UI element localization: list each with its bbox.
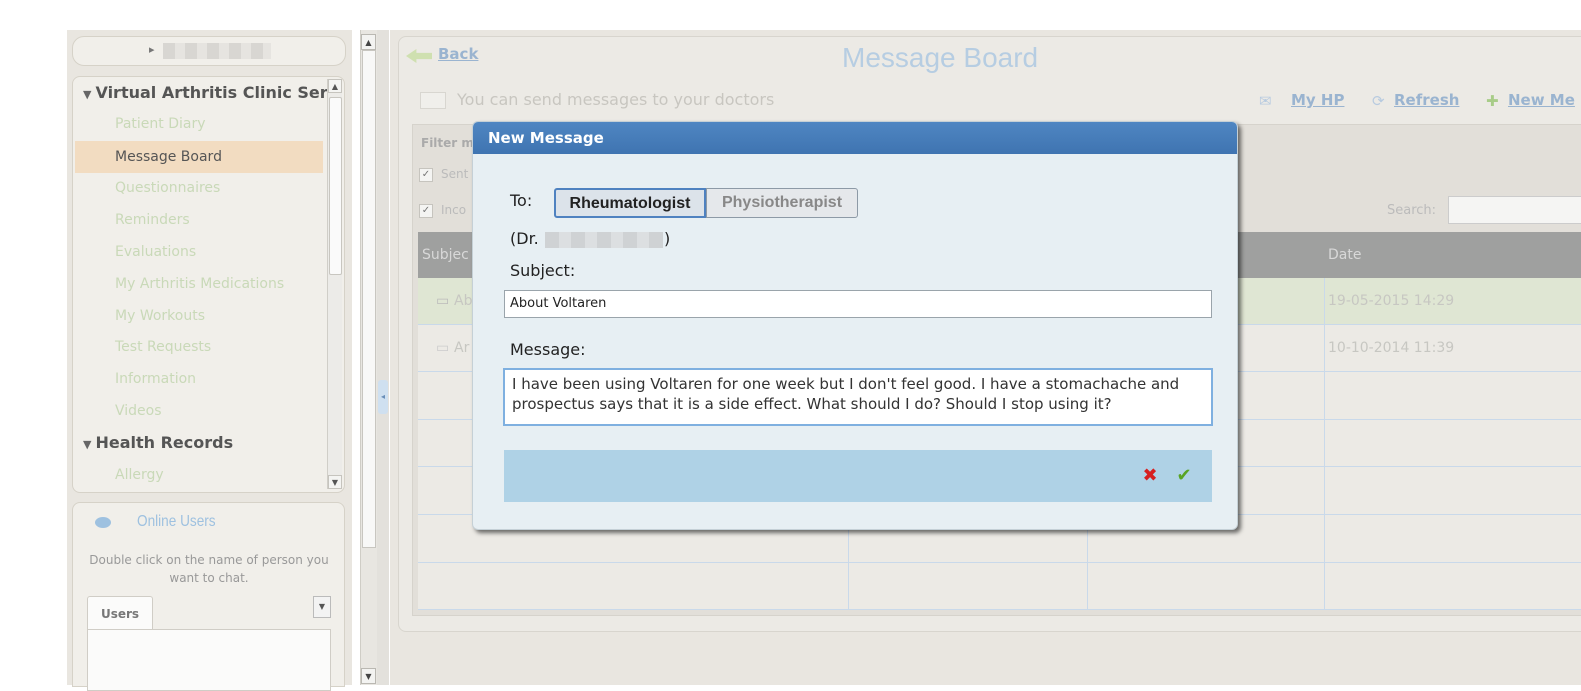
row-divider: [418, 562, 1581, 563]
redacted-doctor-name: [545, 232, 663, 248]
sidebar-outer-scrollbar[interactable]: ▲ ▼: [360, 30, 377, 685]
column-divider: [1087, 528, 1088, 610]
scroll-down-icon[interactable]: ▼: [328, 475, 342, 489]
column-header-date[interactable]: Date: [1324, 232, 1581, 278]
table-cell-subject: Ab: [454, 293, 473, 309]
sidebar-item-information[interactable]: Information: [115, 371, 196, 387]
message-textarea[interactable]: I have been using Voltaren for one week …: [503, 368, 1213, 426]
subject-field[interactable]: About Voltaren: [504, 290, 1212, 318]
new-message-dialog: New Message To: Rheumatologist Physiothe…: [472, 121, 1238, 530]
scroll-thumb[interactable]: [362, 50, 376, 548]
panel-splitter[interactable]: ◂: [377, 30, 389, 685]
page-subtitle: You can send messages to your doctors: [457, 90, 775, 109]
table-cell-date: 19-05-2015 14:29: [1328, 293, 1455, 309]
my-hp-link[interactable]: My HP: [1291, 91, 1344, 109]
online-users-panel: Online Users Double click on the name of…: [72, 502, 345, 691]
sidebar-item-allergy[interactable]: Allergy: [115, 467, 164, 483]
redacted-user-name: [163, 43, 271, 59]
column-divider: [1324, 278, 1325, 610]
sidebar-item-questionnaires[interactable]: Questionnaires: [115, 180, 220, 196]
confirm-check-icon[interactable]: ✔: [1173, 466, 1195, 486]
sidebar-scrollbar[interactable]: ▲ ▼: [327, 79, 342, 489]
back-link[interactable]: Back: [438, 45, 478, 63]
column-divider: [848, 528, 849, 610]
incoming-checkbox[interactable]: ✓: [419, 204, 433, 218]
scroll-down-icon[interactable]: ▼: [361, 668, 376, 684]
envelope-icon: [420, 92, 446, 109]
sidebar-item-message-board[interactable]: Message Board: [75, 141, 323, 173]
sidebar-item-medications[interactable]: My Arthritis Medications: [115, 276, 284, 292]
sidebar-item-evaluations[interactable]: Evaluations: [115, 244, 196, 260]
user-selector[interactable]: ▸: [72, 36, 346, 66]
doctor-name-suffix: ): [664, 229, 671, 248]
dialog-title-bar[interactable]: New Message: [473, 122, 1237, 154]
dialog-button-bar: ✖ ✔: [504, 450, 1212, 502]
recipient-rheumatologist-button[interactable]: Rheumatologist: [554, 188, 706, 218]
sent-label: Sent: [441, 167, 469, 181]
refresh-icon[interactable]: ⟳: [1372, 92, 1385, 110]
sidebar-item-patient-diary[interactable]: Patient Diary: [115, 116, 206, 132]
table-cell-date: 10-10-2014 11:39: [1328, 340, 1455, 356]
read-message-icon: ▭: [436, 293, 450, 309]
collapse-triangle-icon: ▼: [83, 438, 92, 451]
dialog-title: New Message: [488, 129, 604, 147]
tab-users[interactable]: Users: [87, 596, 153, 631]
unread-message-icon: ▭: [436, 340, 450, 356]
recipient-physiotherapist-button[interactable]: Physiotherapist: [706, 188, 858, 218]
scroll-thumb[interactable]: [329, 97, 342, 275]
collapse-triangle-icon: ▼: [83, 88, 92, 101]
cancel-x-icon[interactable]: ✖: [1141, 467, 1159, 485]
refresh-link[interactable]: Refresh: [1394, 91, 1459, 109]
scroll-up-icon[interactable]: ▲: [361, 34, 376, 50]
sidebar-item-videos[interactable]: Videos: [115, 403, 162, 419]
sidebar-item-workouts[interactable]: My Workouts: [115, 308, 205, 324]
doctor-name-prefix: (Dr.: [510, 229, 539, 248]
nav-group-virtual-clinic[interactable]: ▼ Virtual Arthritis Clinic Ser: [83, 83, 328, 102]
expand-arrow-icon: ▸: [149, 43, 155, 56]
filter-label: Filter m: [421, 136, 474, 150]
nav-group-health-records[interactable]: ▼ Health Records: [83, 433, 233, 452]
sidebar-nav: ▼ Virtual Arthritis Clinic Ser Patient Di…: [72, 76, 345, 493]
page-title: Message Board: [842, 42, 1039, 73]
new-message-link[interactable]: New Me: [1508, 91, 1575, 109]
sidebar-item-reminders[interactable]: Reminders: [115, 212, 190, 228]
online-users-description: Double click on the name of person you w…: [89, 553, 329, 585]
collapse-left-icon[interactable]: ◂: [378, 380, 388, 414]
nav-group-label: Virtual Arthritis Clinic Ser: [95, 83, 328, 102]
online-users-title: Online Users: [137, 513, 216, 530]
search-input[interactable]: [1448, 196, 1581, 224]
to-label: To:: [510, 191, 533, 210]
nav-group-label: Health Records: [95, 433, 234, 452]
sent-checkbox[interactable]: ✓: [419, 168, 433, 182]
scroll-up-icon[interactable]: ▲: [328, 79, 342, 93]
search-label: Search:: [1387, 203, 1437, 218]
table-cell-subject: Ar: [454, 340, 470, 356]
users-list[interactable]: [87, 629, 331, 691]
plus-icon[interactable]: ✚: [1486, 92, 1499, 110]
sidebar-item-test-requests[interactable]: Test Requests: [115, 339, 211, 355]
row-divider: [418, 609, 1581, 610]
chevron-down-icon[interactable]: ▼: [313, 596, 331, 618]
incoming-label: Inco: [441, 203, 467, 217]
subject-label: Subject:: [510, 261, 576, 280]
chat-bubble-icon: [95, 517, 111, 528]
envelope-icon: ✉: [1259, 92, 1272, 110]
message-label: Message:: [510, 340, 586, 359]
